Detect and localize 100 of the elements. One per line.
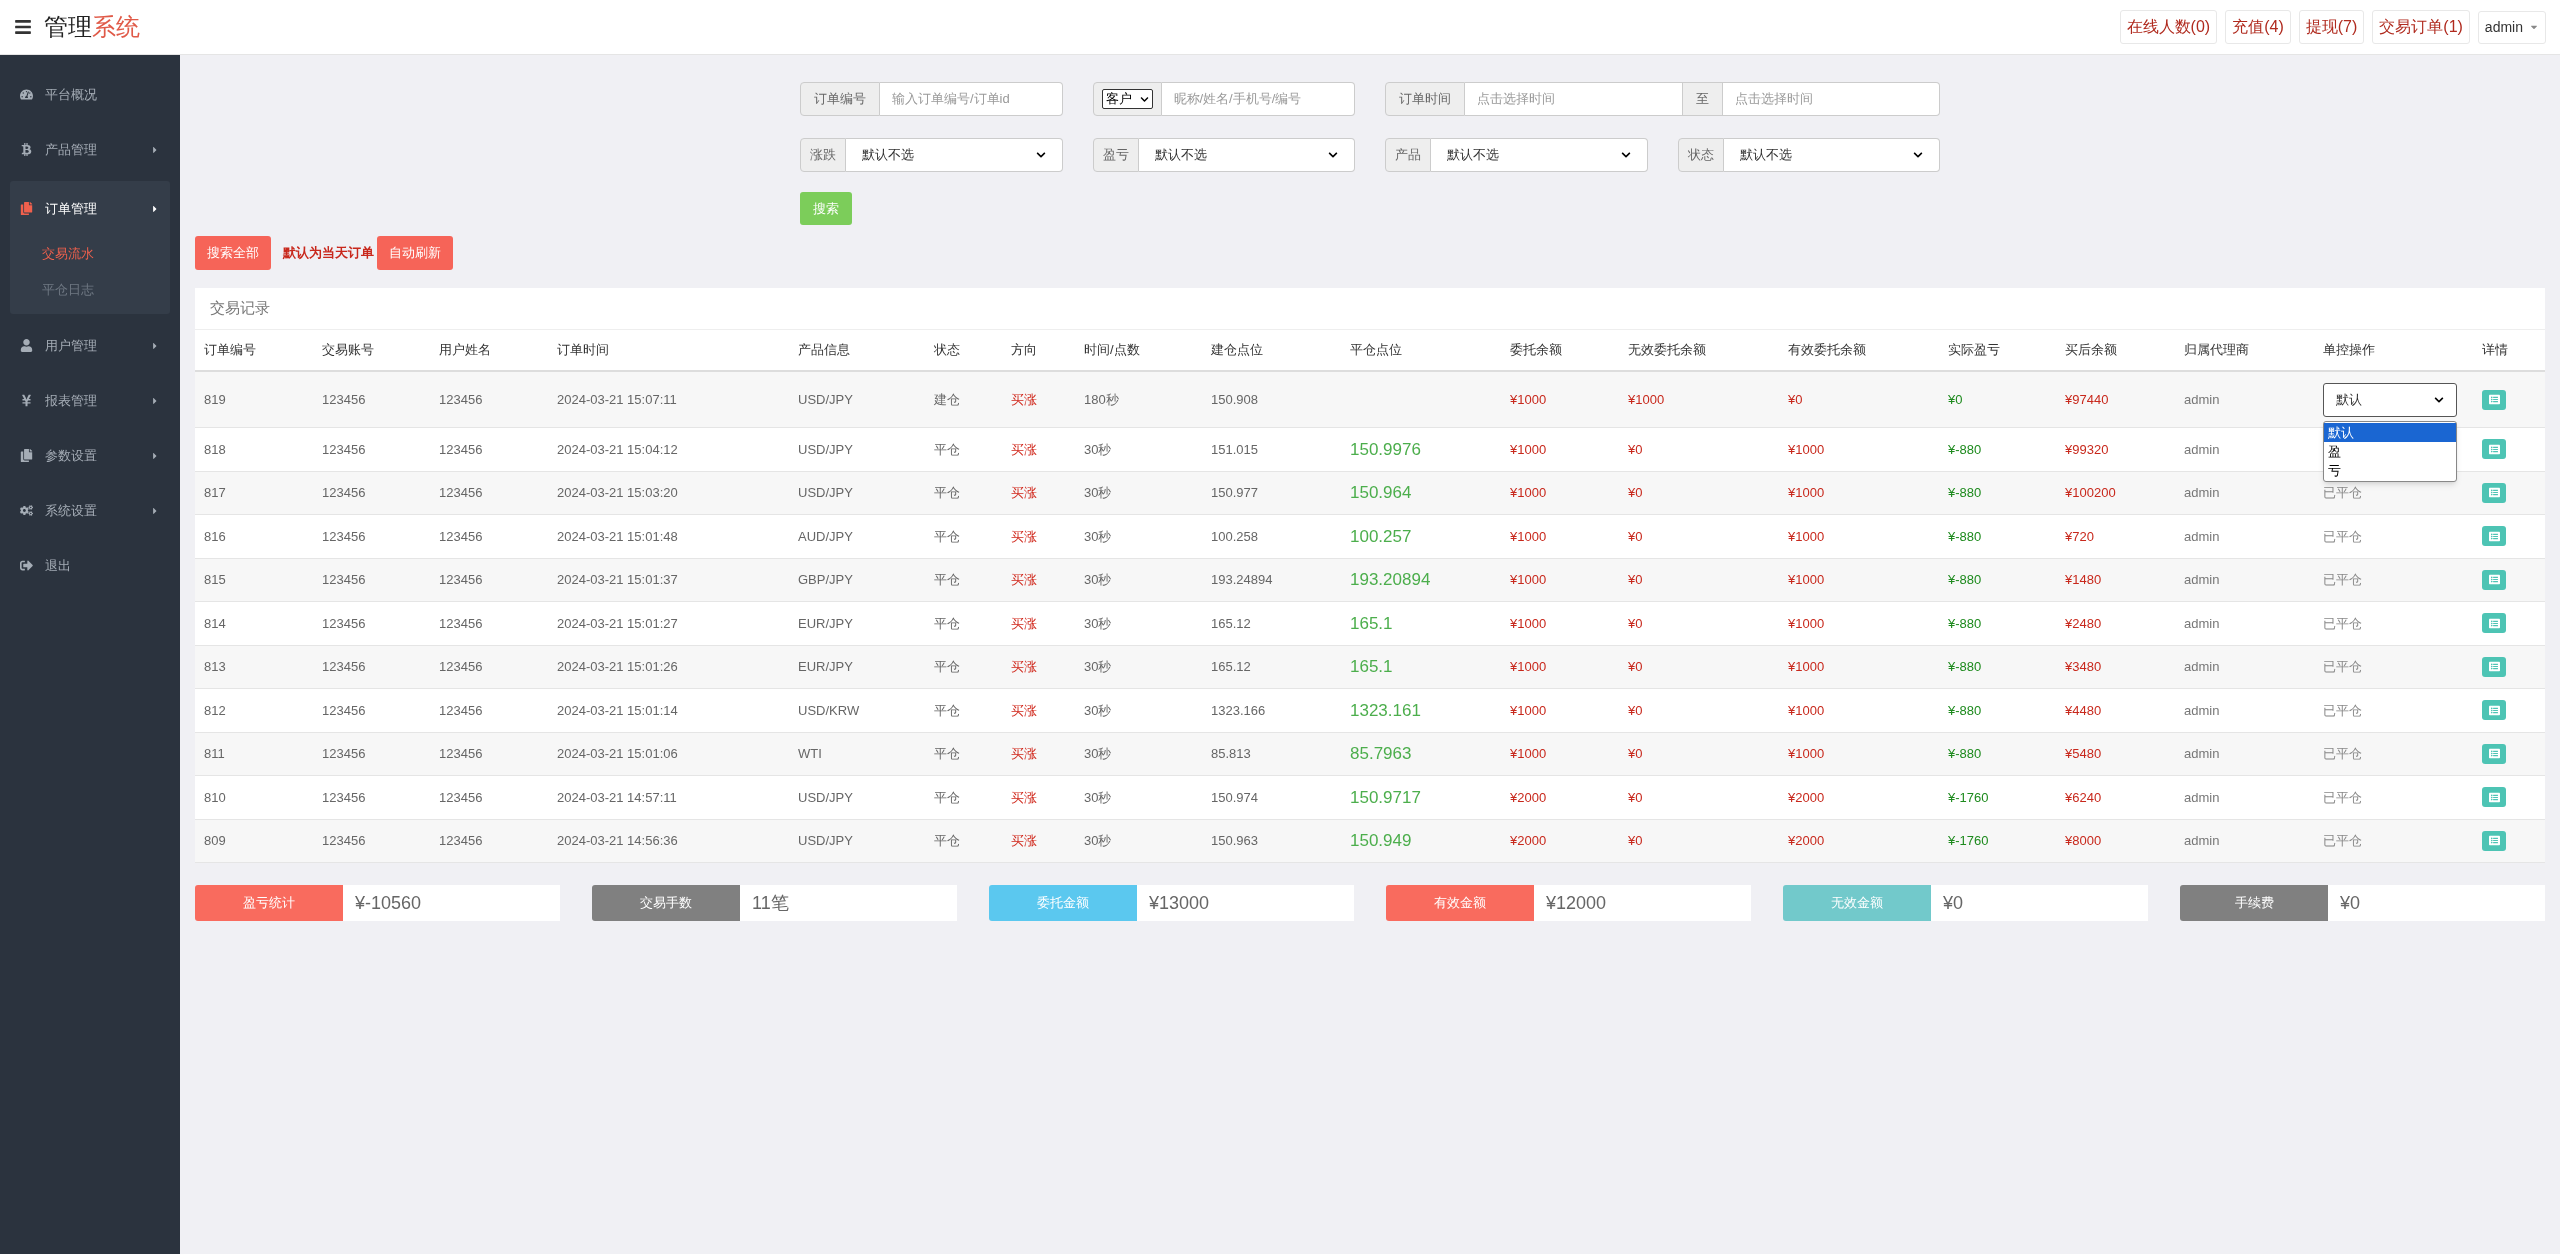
table-cell-text: ¥1000 [1510, 527, 1547, 546]
table-cell-text: ¥-880 [1948, 745, 1982, 763]
column-header: 交易账号 [322, 341, 374, 360]
table-cell-text: ¥-880 [1948, 658, 1982, 676]
table-cell-text: 2024-03-21 15:01:27 [557, 614, 678, 633]
details-button[interactable] [2482, 526, 2506, 547]
dropdown-option[interactable]: 盈 [2324, 442, 2456, 461]
menu-icon[interactable] [14, 18, 32, 36]
select-field[interactable]: 默认不选 [846, 138, 1063, 172]
header-link[interactable]: 提现(7) [2298, 10, 2365, 44]
table-cell-text: 已平仓 [2323, 571, 2362, 589]
sidebar-item[interactable]: 参数设置 [0, 428, 180, 483]
details-button[interactable] [2482, 830, 2506, 851]
table-cell-text: 814 [204, 614, 226, 633]
table-cell-text: 买涨 [1011, 658, 1037, 676]
date-field[interactable]: 点击选择时间 [1722, 82, 1940, 116]
table-cell-text: USD/JPY [798, 832, 853, 850]
list-icon [2488, 661, 2500, 673]
stat-value: ¥12000 [1534, 885, 1751, 921]
details-button[interactable] [2482, 787, 2506, 808]
table-cell-text: 平仓 [934, 788, 960, 807]
sidebar-item[interactable]: 报表管理 [0, 373, 180, 428]
table-cell-text: ¥1000 [1788, 614, 1825, 633]
header-link[interactable]: 在线人数(0) [2119, 10, 2218, 44]
table-cell-text: admin [2184, 614, 2220, 633]
table-cell-text: 123456 [322, 390, 366, 409]
table-cell-text: ¥-880 [1948, 571, 1982, 589]
input-field[interactable]: 输入订单编号/订单id [880, 82, 1063, 116]
details-button[interactable] [2482, 700, 2506, 721]
table-cell-text: 建仓 [934, 390, 960, 409]
details-button[interactable] [2482, 569, 2506, 590]
table-cell-text: 150.963 [1211, 832, 1258, 850]
select-field[interactable]: 默认不选 [1723, 138, 1940, 172]
table-cell-text: 已平仓 [2323, 484, 2362, 502]
table-cell-text: ¥1000 [1510, 440, 1547, 459]
dropdown-option[interactable]: 默认 [2324, 423, 2456, 442]
table-cell-text: 818 [204, 440, 226, 459]
column-header: 平仓点位 [1350, 341, 1402, 360]
user-menu[interactable]: admin [2477, 10, 2546, 44]
table-cell-text: USD/JPY [798, 390, 853, 409]
table-cell-text: 2024-03-21 15:01:06 [557, 745, 678, 763]
table-cell-text: ¥3480 [2065, 658, 2102, 676]
table-cell-text: ¥8000 [2065, 832, 2102, 850]
table-cell-text: 150.964 [1350, 482, 1412, 504]
sidebar-item[interactable]: 订单管理 [10, 181, 170, 236]
table-cell-text: admin [2184, 658, 2220, 676]
column-header: 订单编号 [204, 341, 256, 360]
table-cell-text: ¥-880 [1948, 484, 1982, 502]
header-link[interactable]: 充值(4) [2225, 10, 2291, 44]
table-cell-text: ¥0 [1628, 527, 1643, 546]
details-button[interactable] [2482, 743, 2506, 764]
details-button[interactable] [2482, 439, 2506, 460]
table-cell-text: 123456 [322, 440, 366, 459]
header-link[interactable]: 交易订单(1) [2372, 10, 2470, 44]
select-field[interactable]: 客户 [1101, 89, 1153, 109]
sidebar-item[interactable]: 用户管理 [0, 318, 180, 373]
table-cell-text: 123456 [322, 832, 366, 850]
table-cell-text: ¥1000 [1788, 658, 1825, 676]
table-cell-text: 30秒 [1084, 832, 1112, 850]
select-field[interactable]: 默认 [2323, 382, 2457, 417]
table-cell-text: 813 [204, 658, 226, 676]
table-cell-text: 平仓 [934, 484, 960, 502]
details-button[interactable] [2482, 389, 2506, 410]
submenu-item[interactable]: 交易流水 [10, 236, 170, 272]
table-cell-text: 193.20894 [1350, 569, 1431, 591]
table-cell-text: EUR/JPY [798, 658, 853, 676]
bitcoin-icon [20, 143, 33, 156]
chevron-icon [1913, 150, 1923, 160]
sidebar-item[interactable]: 退出 [0, 538, 180, 593]
select-field[interactable]: 默认不选 [1138, 138, 1355, 172]
column-header: 买后余额 [2065, 341, 2117, 360]
table-cell-text: 30秒 [1084, 484, 1112, 502]
table-cell-text: ¥720 [2065, 527, 2094, 546]
sidebar-item[interactable]: 系统设置 [0, 483, 180, 538]
column-header: 归属代理商 [2184, 341, 2249, 360]
table-cell-text: 2024-03-21 15:01:48 [557, 527, 678, 546]
input-field[interactable]: 昵称/姓名/手机号/编号 [1161, 82, 1355, 116]
table-cell-text: 买涨 [1011, 571, 1037, 589]
list-icon [2488, 530, 2500, 542]
table-cell-text: 85.813 [1211, 745, 1251, 763]
table-cell-text: ¥1000 [1510, 658, 1547, 676]
details-button[interactable] [2482, 656, 2506, 677]
table-cell-text: 平仓 [934, 658, 960, 676]
table-cell-text: USD/JPY [798, 440, 853, 459]
dropdown-option[interactable]: 亏 [2324, 461, 2456, 480]
chevron-icon [1139, 94, 1149, 104]
details-button[interactable] [2482, 613, 2506, 634]
select-field[interactable]: 默认不选 [1431, 138, 1648, 172]
sidebar-item[interactable]: 产品管理 [0, 122, 180, 177]
table-cell-text: 193.24894 [1211, 571, 1273, 589]
column-header: 用户姓名 [439, 341, 491, 360]
table-cell-text: WTI [798, 745, 822, 763]
details-button[interactable] [2482, 482, 2506, 503]
table-cell-text: admin [2184, 788, 2220, 807]
sidebar-item[interactable]: 平台概况 [0, 67, 180, 122]
table-cell-text: 811 [204, 745, 225, 763]
table-cell-text: ¥0 [1628, 571, 1643, 589]
date-field[interactable]: 点击选择时间 [1465, 82, 1683, 116]
table-cell-text: admin [2184, 745, 2220, 763]
table-cell-text: ¥-880 [1948, 440, 1982, 459]
